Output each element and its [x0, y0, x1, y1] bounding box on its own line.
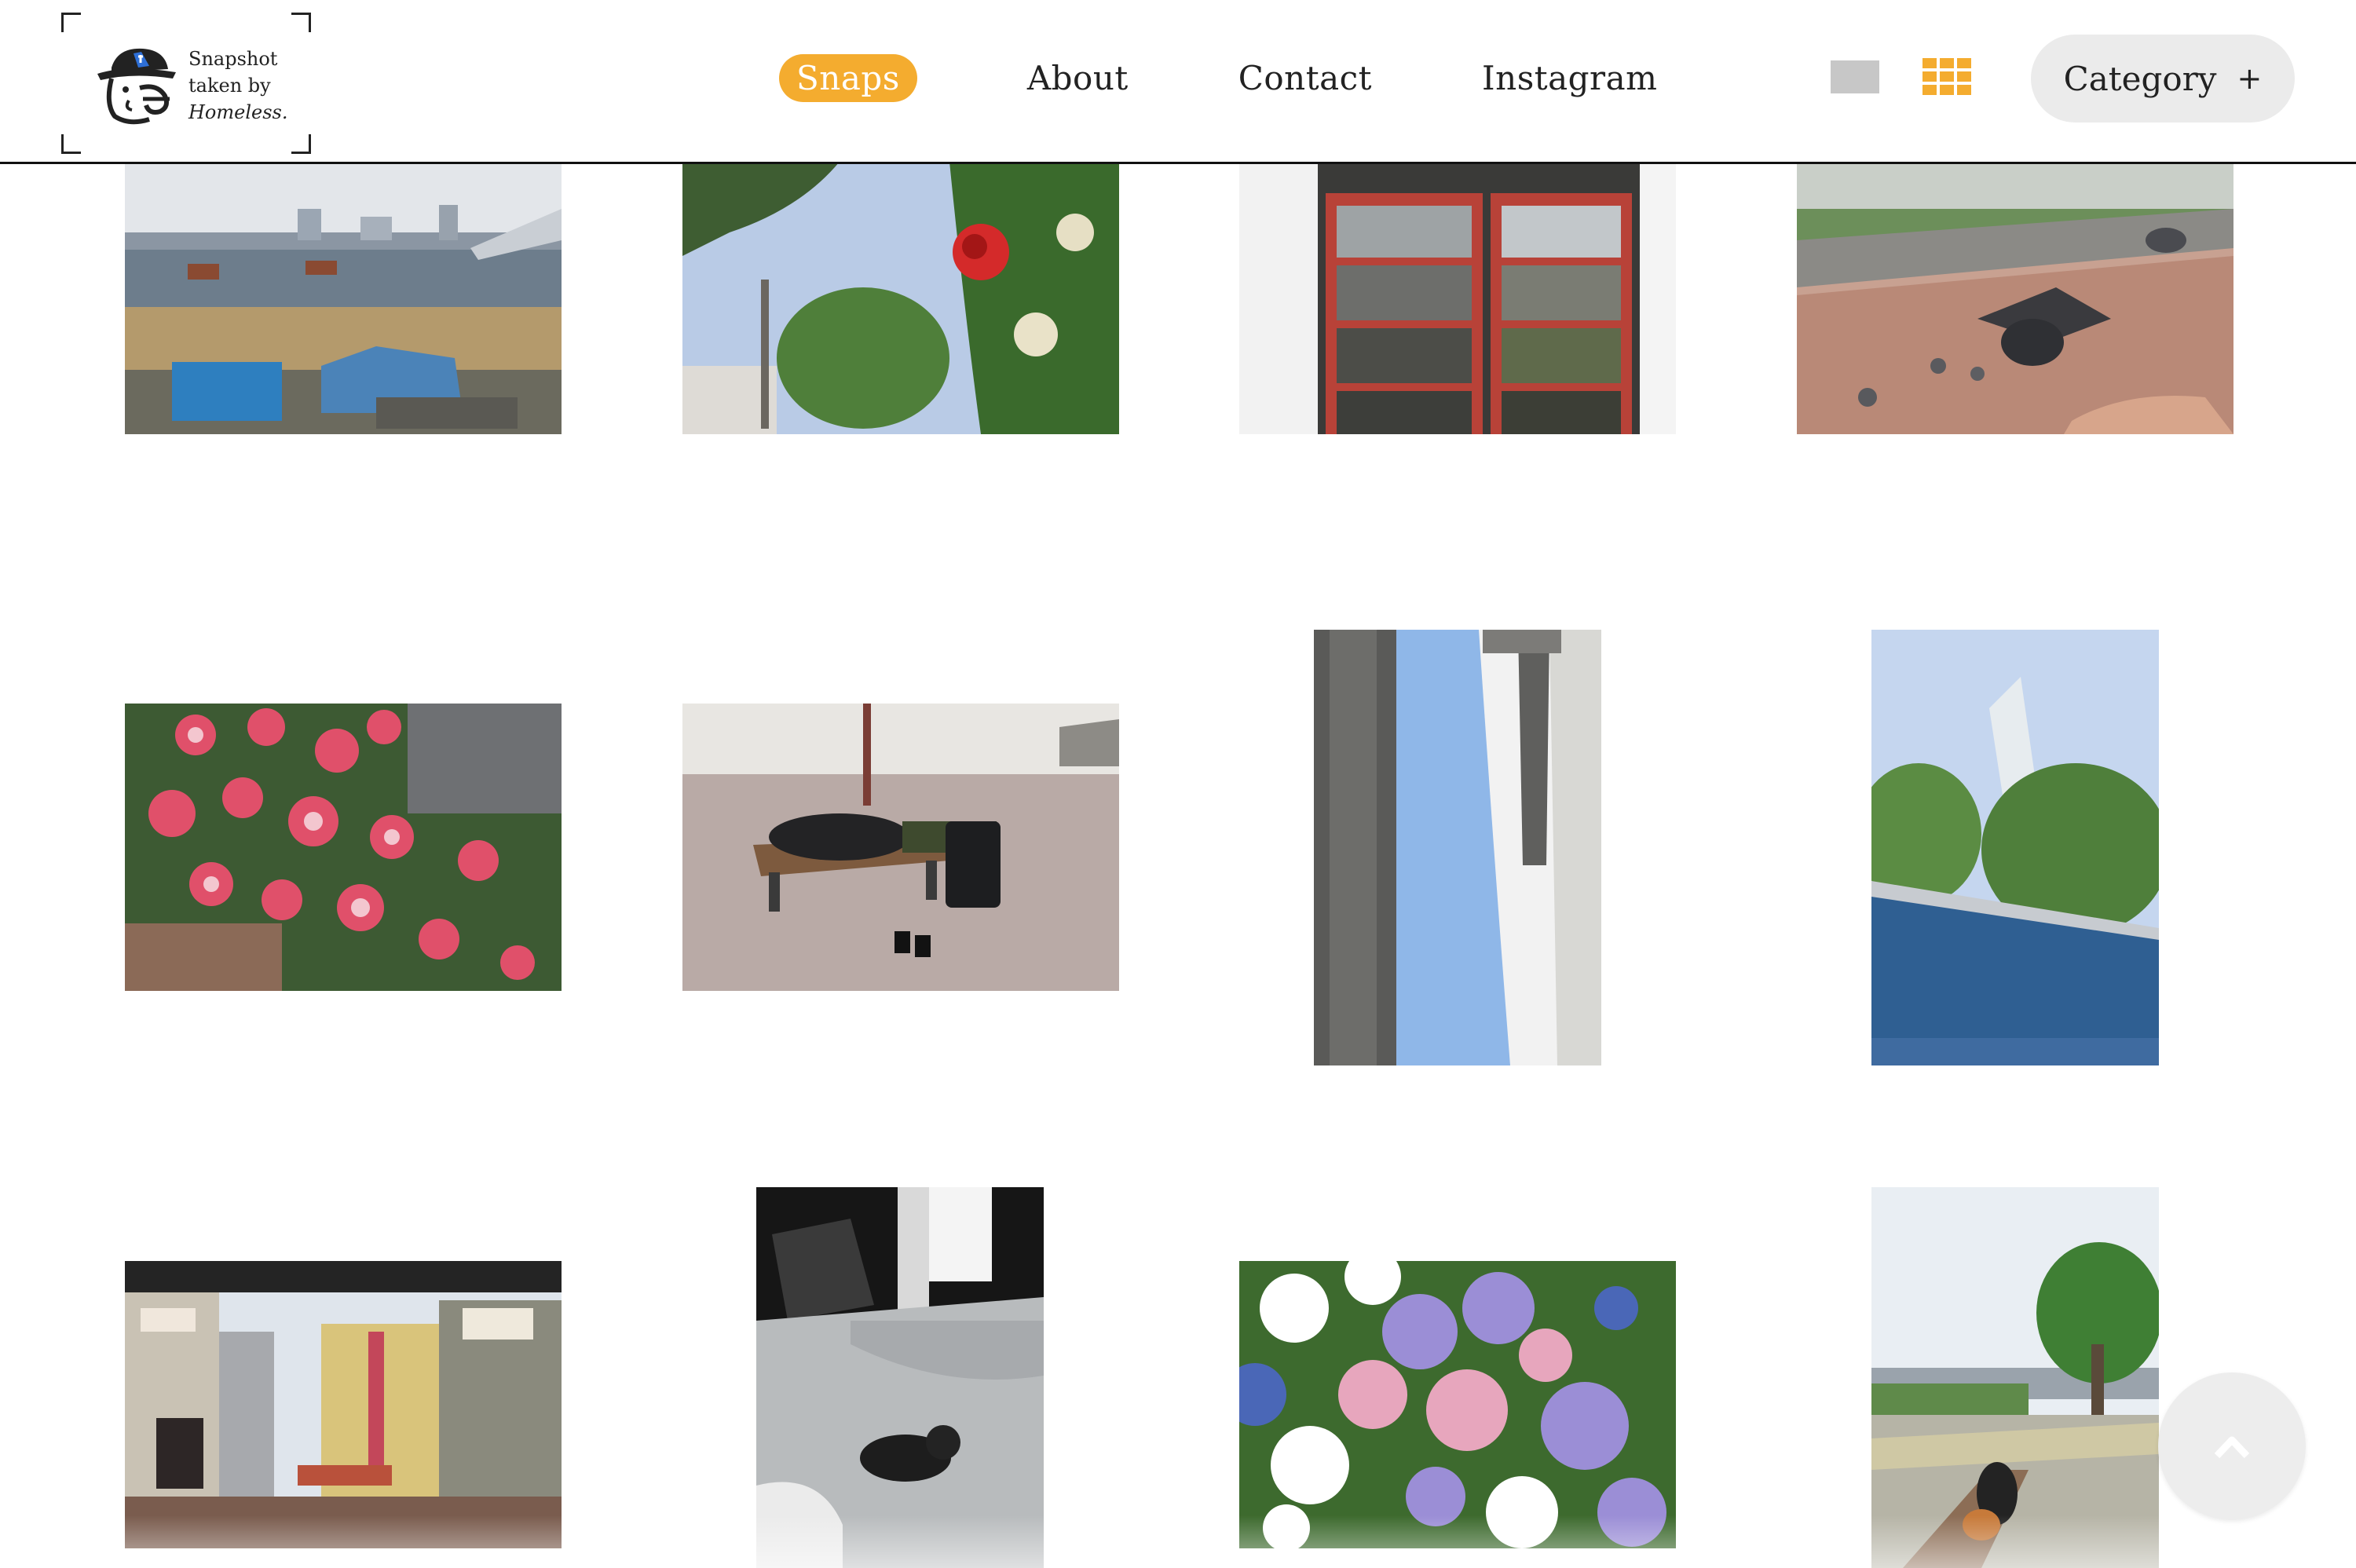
logo-line: Homeless. — [188, 101, 288, 123]
man-sleeping-on-bench-photo[interactable] — [682, 704, 1119, 991]
person-on-park-bench-photo[interactable] — [1871, 1187, 2159, 1568]
chevron-up-icon — [2214, 1436, 2250, 1459]
cat-at-night-photo[interactable] — [756, 1187, 1044, 1568]
logo-corner — [291, 134, 311, 154]
logo-corner — [61, 13, 81, 32]
homeless-cap-face-icon — [97, 48, 176, 125]
single-view-icon[interactable] — [1831, 60, 1879, 93]
scroll-to-top-button[interactable] — [2158, 1372, 2306, 1520]
nav-snaps[interactable]: Snaps — [779, 53, 917, 102]
category-label: Category — [2063, 59, 2217, 98]
category-button[interactable]: Category + — [2031, 35, 2295, 122]
hydrangeas-photo[interactable] — [1239, 1261, 1676, 1548]
site-header: Snapshot taken by Homeless. Snaps About … — [0, 0, 2356, 164]
shopping-street-photo[interactable] — [125, 1261, 562, 1548]
plus-icon: + — [2237, 61, 2263, 96]
logo-text: Snapshot taken by Homeless. — [188, 46, 287, 126]
tower-and-fountain-photo[interactable] — [1871, 630, 2159, 1065]
pink-roses-photo[interactable] — [125, 704, 562, 991]
nav-about[interactable]: About — [1027, 59, 1129, 97]
logo-line: taken by — [188, 75, 271, 97]
site-logo[interactable]: Snapshot taken by Homeless. — [61, 13, 311, 154]
nav-contact[interactable]: Contact — [1238, 59, 1372, 97]
main-nav: Snaps About Contact Instagram — [779, 50, 1658, 105]
grid-view-icon[interactable] — [1922, 58, 1971, 96]
logo-line: Snapshot — [188, 48, 278, 70]
riverbank-tents-photo[interactable] — [125, 162, 562, 434]
red-window-frame-photo[interactable] — [1239, 162, 1676, 434]
logo-corner — [61, 134, 81, 154]
red-rose-sky-photo[interactable] — [682, 162, 1119, 434]
logo-corner — [291, 13, 311, 32]
nav-instagram[interactable]: Instagram — [1482, 59, 1657, 97]
sky-between-buildings-photo[interactable] — [1314, 630, 1601, 1065]
pigeons-feeding-photo[interactable] — [1797, 162, 2233, 434]
